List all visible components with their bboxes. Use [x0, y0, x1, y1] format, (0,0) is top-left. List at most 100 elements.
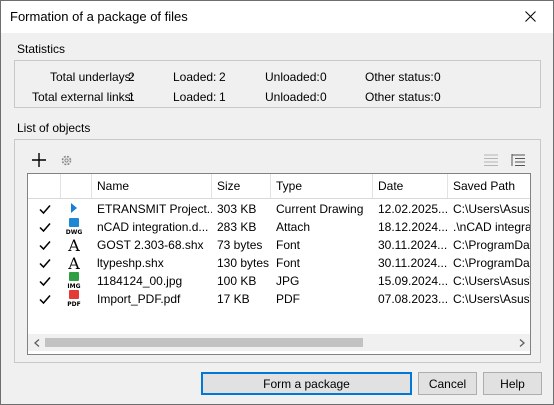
loaded-underlays-value: 2 [219, 70, 226, 84]
objects-table[interactable]: Name Size Type Date Saved Path ETRANSMIT… [27, 173, 531, 355]
scroll-right-button[interactable] [513, 334, 530, 351]
horizontal-scrollbar[interactable] [28, 334, 530, 351]
row-type: PDF [276, 292, 300, 306]
plus-icon [32, 153, 46, 167]
total-external-links-label: Total external links: [31, 90, 134, 104]
row-size: 73 bytes [217, 238, 263, 252]
statistics-panel: Total underlays: 2 Loaded: 2 Unloaded: 0… [14, 60, 541, 108]
row-path: C:\Users\Asus\ [453, 292, 530, 306]
font-icon: A [67, 236, 80, 254]
row-size: 303 KB [217, 202, 257, 216]
row-type: Current Drawing [276, 202, 364, 216]
form-package-button[interactable]: Form a package [201, 372, 412, 395]
close-icon [524, 11, 536, 22]
table-header: Name Size Type Date Saved Path [28, 174, 530, 199]
column-header-size[interactable]: Size [212, 174, 271, 198]
add-button[interactable] [29, 151, 49, 169]
row-path: C:\ProgramDat [453, 238, 530, 252]
unloaded-links-value: 0 [320, 90, 327, 104]
svg-text:A: A [67, 254, 80, 272]
checkmark-icon[interactable] [38, 238, 52, 252]
play-icon [71, 203, 77, 213]
loaded-links-value: 1 [219, 90, 226, 104]
svg-text:DWG: DWG [66, 229, 83, 236]
row-size: 17 KB [217, 292, 250, 306]
help-button[interactable]: Help [483, 372, 542, 395]
checkmark-icon[interactable] [38, 292, 52, 306]
statistics-label: Statistics [17, 42, 66, 56]
total-underlays-label: Total underlays: [49, 70, 134, 84]
row-size: 283 KB [217, 220, 257, 234]
list-view-icon [484, 154, 498, 166]
row-date: 30.11.2024... [378, 238, 448, 252]
scroll-left-button[interactable] [28, 334, 45, 351]
row-name: GOST 2.303-68.shx [97, 238, 204, 252]
row-path: C:\Users\Asus\ [453, 202, 530, 216]
font-icon: A [67, 254, 80, 272]
column-header-saved-path[interactable]: Saved Path [448, 174, 530, 198]
chevron-right-icon [519, 338, 525, 347]
unloaded-underlays-label: Unloaded: [265, 70, 320, 84]
row-date: 07.08.2023... [378, 292, 448, 306]
row-size: 100 KB [217, 274, 257, 288]
svg-text:IMG: IMG [67, 283, 80, 290]
column-header-check[interactable] [28, 174, 61, 198]
checkmark-icon[interactable] [38, 274, 52, 288]
row-name: ltypeshp.shx [97, 256, 164, 270]
checkmark-icon[interactable] [38, 220, 52, 234]
list-view-button[interactable] [481, 151, 501, 169]
row-name: Import_PDF.pdf [97, 292, 181, 306]
other-underlays-label: Other status: [365, 70, 434, 84]
row-type: Font [276, 238, 301, 252]
row-type: Font [276, 256, 301, 270]
row-date: 30.11.2024... [378, 256, 448, 270]
table-row[interactable]: A GOST 2.303-68.shx 73 bytes Font 30.11.… [28, 236, 530, 254]
chevron-left-icon [33, 338, 39, 347]
other-links-label: Other status: [365, 90, 434, 104]
dwg-file-icon: DWG [66, 218, 83, 236]
dialog-window: Formation of a package of files Statisti… [0, 0, 554, 405]
gear-icon [61, 155, 71, 165]
column-header-type[interactable]: Type [271, 174, 373, 198]
row-path: C:\ProgramDat [453, 256, 530, 270]
checkmark-icon[interactable] [38, 202, 52, 216]
row-date: 15.09.2024... [378, 274, 448, 288]
row-path: C:\Users\Asus\ [453, 274, 530, 288]
img-file-icon: IMG [67, 272, 81, 290]
other-links-value: 0 [434, 90, 441, 104]
total-underlays-value: 2 [128, 70, 135, 84]
row-name: ETRANSMIT Project... [97, 202, 212, 216]
row-date: 18.12.2024... [378, 220, 448, 234]
close-button[interactable] [507, 1, 553, 32]
column-header-icon[interactable] [61, 174, 92, 198]
table-row[interactable]: ETRANSMIT Project... 303 KB Current Draw… [28, 200, 530, 218]
settings-button[interactable] [56, 151, 76, 169]
tree-view-button[interactable] [508, 151, 528, 169]
loaded-underlays-label: Loaded: [173, 70, 217, 84]
checkmark-icon[interactable] [38, 256, 52, 270]
scrollbar-thumb[interactable] [45, 338, 363, 347]
row-size: 130 bytes [217, 256, 270, 270]
window-title: Formation of a package of files [10, 9, 188, 24]
unloaded-links-label: Unloaded: [265, 90, 320, 104]
table-row[interactable]: IMG 1184124_00.jpg 100 KB JPG 15.09.2024… [28, 272, 530, 290]
row-type: Attach [276, 220, 311, 234]
title-bar: Formation of a package of files [1, 1, 553, 33]
row-date: 12.02.2025... [378, 202, 448, 216]
column-header-date[interactable]: Date [373, 174, 448, 198]
total-external-links-value: 1 [128, 90, 135, 104]
table-row[interactable]: A ltypeshp.shx 130 bytes Font 30.11.2024… [28, 254, 530, 272]
loaded-links-label: Loaded: [173, 90, 217, 104]
column-header-name[interactable]: Name [92, 174, 212, 198]
pdf-file-icon: PDF [67, 290, 81, 308]
row-type: JPG [276, 274, 300, 288]
other-underlays-value: 0 [434, 70, 441, 84]
row-name: 1184124_00.jpg [97, 274, 183, 288]
table-row[interactable]: DWG nCAD integration.d... 283 KB Attach … [28, 218, 530, 236]
cancel-button[interactable]: Cancel [418, 372, 477, 395]
table-row[interactable]: PDF Import_PDF.pdf 17 KB PDF 07.08.2023.… [28, 290, 530, 308]
tree-view-icon [511, 154, 525, 166]
row-name: nCAD integration.d... [97, 220, 209, 234]
svg-text:PDF: PDF [67, 301, 80, 308]
unloaded-underlays-value: 0 [320, 70, 327, 84]
